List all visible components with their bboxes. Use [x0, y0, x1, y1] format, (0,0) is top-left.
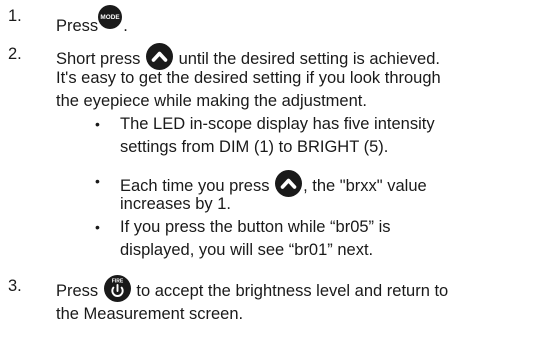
step-3-text-end: to accept the brightness level and retur…: [136, 282, 449, 300]
step-2-text-start: Short press: [56, 50, 141, 68]
step-2-text-end: until the desired setting is achieved.: [178, 50, 440, 68]
step-3-number: 3.: [8, 277, 22, 295]
step-1-period: .: [123, 17, 128, 35]
up-arrow-button-icon: [145, 43, 173, 70]
step-2-line-3: the eyepiece while making the adjustment…: [56, 92, 367, 110]
bullet-1-line-1: The LED in-scope display has five intens…: [120, 115, 435, 133]
step-2-line-2: It's easy to get the desired setting if …: [56, 69, 441, 87]
fire-button-icon: FIRE: [103, 275, 131, 302]
bullet-2-line-2: increases by 1.: [120, 195, 231, 213]
step-2-number: 2.: [8, 45, 22, 63]
step-1-text: Press: [56, 17, 99, 35]
mode-icon-label: MODE: [101, 14, 121, 21]
bullet-3-line-2: displayed, you will see “br01” next.: [120, 241, 374, 259]
bullet-2-text-end: , the "brxx" value: [303, 177, 427, 195]
bullet-dot: •: [95, 116, 100, 132]
bullet-1-line-2: settings from DIM (1) to BRIGHT (5).: [120, 138, 389, 156]
step-3-text-start: Press: [56, 282, 99, 300]
instruction-page: 1. Press MODE . 2. Short press until the…: [0, 0, 547, 360]
step-1-number: 1.: [8, 7, 22, 25]
bullet-3-line-1: If you press the button while “br05” is: [120, 218, 391, 236]
mode-button-icon: MODE: [98, 5, 123, 29]
bullet-dot: •: [95, 173, 100, 189]
fire-icon-label: FIRE: [112, 279, 124, 285]
step-3-line-1: Press FIRE to accept the brightness leve…: [56, 275, 448, 303]
up-arrow-button-icon: [275, 170, 303, 197]
step-3-line-2: the Measurement screen.: [56, 305, 244, 323]
step-1-line: Press MODE .: [56, 5, 128, 38]
bullet-dot: •: [95, 219, 100, 235]
